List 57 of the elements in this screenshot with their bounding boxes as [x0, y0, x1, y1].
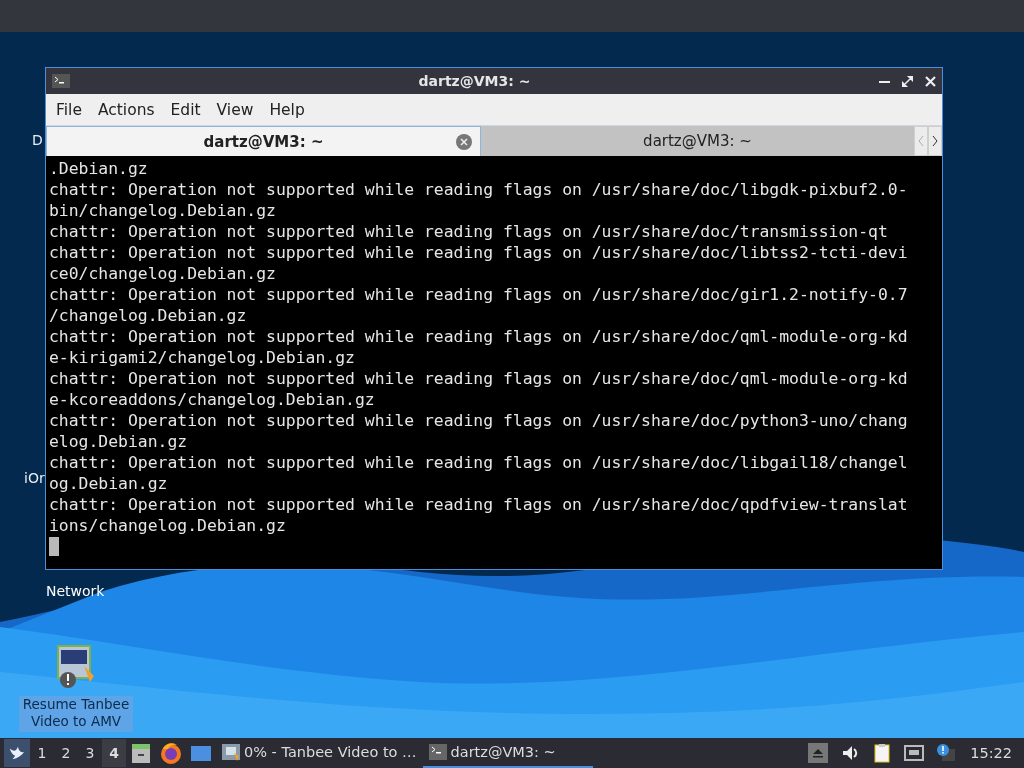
terminal-line: chattr: Operation not supported while reading flags on /usr/share/doc/libtss2-tcti-devi	[49, 242, 909, 263]
eject-icon[interactable]	[808, 743, 829, 763]
film-icon	[222, 743, 240, 761]
scroll-right-button[interactable]	[928, 126, 942, 156]
terminal-line: bin/changelog.Debian.gz	[49, 200, 277, 221]
icon-label: iOr	[24, 470, 45, 486]
menu-item[interactable]: Help	[261, 100, 313, 119]
taskbar-task[interactable]: 0% - Tanbee Video to …	[216, 738, 423, 768]
tab[interactable]: dartz@VM3: ~	[46, 126, 481, 156]
task-label: 0% - Tanbee Video to …	[244, 744, 417, 760]
menu-item[interactable]: File	[48, 100, 90, 119]
text-cursor	[49, 537, 59, 556]
terminal-line: .Debian.gz	[49, 158, 149, 179]
workspace-button[interactable]: 1	[30, 739, 54, 767]
terminal-line: og.Debian.gz	[49, 473, 169, 494]
app-icon[interactable]	[56, 644, 96, 690]
window-title: dartz@VM3: ~	[417, 73, 532, 89]
icon-label: D	[32, 132, 43, 148]
terminal-line: chattr: Operation not supported while reading flags on /usr/share/doc/python3-uno/chang	[49, 410, 909, 431]
terminal-icon	[428, 743, 447, 761]
workspace-button[interactable]: 2	[54, 739, 78, 767]
workspace-button[interactable]: 4	[102, 739, 126, 767]
taskbar-task[interactable]: dartz@VM3: ~	[422, 738, 593, 768]
task-label: dartz@VM3: ~	[450, 744, 556, 760]
terminal-line: e-kirigami2/changelog.Debian.gz	[49, 347, 356, 368]
terminal-line: elog.Debian.gz	[49, 431, 189, 452]
notification-icon[interactable]	[936, 743, 957, 763]
menu-item[interactable]: Edit	[162, 100, 209, 119]
icon-label: Network	[46, 583, 105, 599]
maximize-icon[interactable]	[902, 75, 913, 87]
clock: 15:22	[970, 745, 1012, 761]
terminal-line: chattr: Operation not supported while reading flags on /usr/share/doc/libgail18/changel	[49, 452, 909, 473]
app-menu-button[interactable]	[4, 739, 30, 767]
close-icon[interactable]	[925, 75, 936, 87]
terminal-line: chattr: Operation not supported while reading flags on /usr/share/doc/qml-module-org-kd	[49, 326, 909, 347]
terminal-line: chattr: Operation not supported while reading flags on /usr/share/doc/gir1.2-notify-0.7	[49, 284, 909, 305]
bird-icon	[7, 744, 27, 762]
browser-icon[interactable]	[159, 741, 183, 765]
menu-item[interactable]: Actions	[89, 100, 163, 119]
chevron-left-icon	[917, 135, 925, 147]
terminal-line: chattr: Operation not supported while reading flags on /usr/share/doc/qml-module-org-kd	[49, 368, 909, 389]
terminal-line: ce0/changelog.Debian.gz	[49, 263, 277, 284]
terminal-icon	[52, 74, 70, 88]
menu-item[interactable]: View	[208, 100, 262, 119]
network-icon[interactable]	[904, 743, 925, 763]
terminal-line: e-kcoreaddons/changelog.Debian.gz	[49, 389, 376, 410]
terminal-line: /changelog.Debian.gz	[49, 305, 248, 326]
terminal-line: chattr: Operation not supported while reading flags on /usr/share/doc/libgdk-pixbuf2.0-	[49, 179, 909, 200]
file-cabinet-icon[interactable]	[129, 741, 153, 765]
terminal-line: chattr: Operation not supported while reading flags on /usr/share/doc/transmission-qt	[49, 221, 889, 242]
terminal-line: ions/changelog.Debian.gz	[49, 515, 287, 536]
terminal-line: chattr: Operation not supported while reading flags on /usr/share/doc/qpdfview-translat	[49, 494, 909, 515]
tab[interactable]: dartz@VM3: ~	[481, 126, 914, 156]
clipboard-icon[interactable]	[872, 743, 893, 763]
chevron-right-icon	[931, 135, 939, 147]
icon-label[interactable]: Resume Tanbee Video to AMV	[19, 696, 133, 732]
workspace-button[interactable]: 3	[78, 739, 102, 767]
